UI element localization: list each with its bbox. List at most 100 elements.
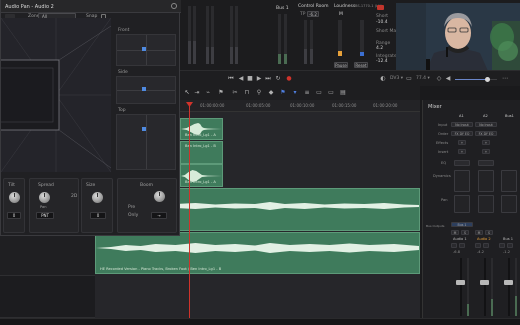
- channel-button[interactable]: [483, 243, 489, 248]
- level-meter: [230, 6, 233, 64]
- record-icon[interactable]: ●: [286, 76, 292, 82]
- volume-slider[interactable]: [455, 76, 497, 82]
- eq-thumb[interactable]: [478, 160, 494, 166]
- audio-clip[interactable]: Ben Intro_Lg1 - B: [180, 141, 223, 164]
- pan-window-titlebar[interactable]: Audio Pan - Audio 2: [1, 0, 181, 13]
- razor-icon[interactable]: ✂: [232, 90, 238, 96]
- front-view[interactable]: [116, 34, 176, 66]
- zoom-fit-icon[interactable]: ▭: [316, 90, 322, 96]
- audio-pan-window[interactable]: Audio Pan - Audio 2 Zone All Snap Front …: [0, 0, 181, 236]
- dynamics-thumb[interactable]: [478, 170, 494, 192]
- fader-handle[interactable]: [480, 280, 489, 285]
- flag-icon[interactable]: ⚑: [218, 90, 224, 96]
- playhead[interactable]: [189, 104, 190, 325]
- flag-blue-icon[interactable]: ⚑: [280, 90, 286, 96]
- input-select[interactable]: No Input: [475, 122, 497, 127]
- fader-handle[interactable]: [456, 280, 465, 285]
- play-icon[interactable]: ▶: [256, 76, 262, 82]
- snap-icon[interactable]: ⊓: [244, 90, 250, 96]
- rewind-icon[interactable]: ◀: [238, 76, 244, 82]
- spread-sub: Pan: [40, 205, 47, 209]
- link-icon[interactable]: ⚲: [256, 90, 262, 96]
- reset-button[interactable]: Reset: [354, 62, 368, 68]
- pause-button[interactable]: Pause: [334, 62, 348, 68]
- pan-thumb[interactable]: [501, 195, 517, 213]
- tp-label: TP: [300, 12, 306, 17]
- timeline-ruler[interactable]: 01:00:00:00 01:00:05:00 01:00:10:00 01:0…: [180, 100, 420, 112]
- dynamics-thumb[interactable]: [501, 170, 517, 192]
- audio-clip[interactable]: Ben Intro_Lg1 - A: [180, 118, 223, 140]
- insert-button[interactable]: +: [458, 149, 466, 154]
- monitor-icon[interactable]: ▭: [406, 76, 412, 82]
- speaker-icon[interactable]: ◀: [445, 76, 451, 82]
- spread-knob[interactable]: [39, 192, 50, 203]
- waveform-icon[interactable]: ≡: [304, 90, 310, 96]
- selection-tool-icon[interactable]: ↖: [184, 90, 190, 96]
- pan-thumb[interactable]: [454, 195, 470, 213]
- pan-3d-field[interactable]: [1, 18, 111, 172]
- pan-point[interactable]: [142, 127, 146, 131]
- input-select[interactable]: No Input: [451, 122, 473, 127]
- dynamics-thumb[interactable]: [454, 170, 470, 192]
- zoom-icon[interactable]: ▭: [328, 90, 334, 96]
- go-to-start-icon[interactable]: ⏮: [228, 76, 234, 82]
- track-header-audio-2[interactable]: [0, 236, 95, 276]
- insert-button[interactable]: +: [482, 149, 490, 154]
- dim-icon[interactable]: ◐: [380, 76, 386, 82]
- range-tool-icon[interactable]: ⇥: [194, 90, 200, 96]
- boom-knob[interactable]: [154, 191, 165, 202]
- row-label: Pan: [441, 198, 448, 202]
- marker-icon[interactable]: ◆: [268, 90, 274, 96]
- marker-blue-icon[interactable]: ▾: [292, 90, 298, 96]
- pan-thumb[interactable]: [478, 195, 494, 213]
- size-label: Size: [86, 183, 96, 188]
- channel-button[interactable]: [459, 243, 465, 248]
- boom-value[interactable]: →: [151, 212, 167, 219]
- fader-handle[interactable]: [504, 280, 513, 285]
- mute-button[interactable]: M: [451, 230, 459, 235]
- channel-button[interactable]: [475, 243, 481, 248]
- order-select[interactable]: FX DY EQ: [475, 131, 497, 136]
- spread-value[interactable]: PNT: [36, 212, 54, 219]
- blade-tool-icon[interactable]: ⌁: [205, 90, 211, 96]
- order-select[interactable]: FX DY EQ: [451, 131, 473, 136]
- more-icon[interactable]: ⋯: [502, 76, 508, 82]
- channel-button[interactable]: [451, 243, 457, 248]
- channel-button[interactable]: [499, 243, 505, 248]
- effects-add-button[interactable]: +: [458, 140, 466, 145]
- eq-thumb[interactable]: [454, 160, 470, 166]
- stop-icon[interactable]: ■: [247, 76, 253, 82]
- loop-icon[interactable]: ↻: [275, 76, 281, 82]
- pan-point[interactable]: [142, 47, 146, 51]
- timecode-options[interactable]: DV3 ▾: [390, 76, 403, 81]
- view-icon[interactable]: ▤: [340, 90, 346, 96]
- zoom-select[interactable]: 77.4 ▾: [416, 76, 430, 81]
- audio-clip[interactable]: Ben Intro_Lg1 - A: [180, 164, 223, 187]
- ruler-timecode: 01:00:00:00: [200, 103, 225, 108]
- top-view[interactable]: [116, 114, 176, 170]
- bus-output-select[interactable]: Bus 1: [451, 222, 473, 227]
- row-label: Order: [438, 132, 449, 136]
- size-knob[interactable]: [92, 192, 103, 203]
- solo-button[interactable]: S: [461, 230, 469, 235]
- pan-point[interactable]: [142, 87, 146, 91]
- volume-slider-thumb[interactable]: [485, 76, 490, 82]
- mute-icon[interactable]: ◇: [436, 76, 442, 82]
- mute-button[interactable]: M: [475, 230, 483, 235]
- solo-button[interactable]: S: [485, 230, 493, 235]
- channel-button[interactable]: [507, 243, 513, 248]
- level-meter: [188, 6, 191, 64]
- channel-name: Bus 1: [503, 237, 514, 241]
- control-room-label: Control Room: [298, 4, 329, 9]
- size-value[interactable]: 0: [90, 212, 106, 219]
- boom-label: Boom: [140, 183, 153, 188]
- go-to-end-icon[interactable]: ⏭: [265, 76, 271, 82]
- side-view[interactable]: [116, 76, 176, 104]
- tilt-value[interactable]: 0: [7, 212, 21, 219]
- pan-window-close-icon[interactable]: [171, 3, 177, 9]
- effects-add-button[interactable]: +: [482, 140, 490, 145]
- audio-clip-long[interactable]: HE Recorded Version - Piano Tracks, Brok…: [95, 232, 420, 274]
- 2d-label: 2D: [71, 194, 78, 199]
- tilt-knob[interactable]: [9, 192, 20, 203]
- mixer-title: Mixer: [428, 104, 442, 110]
